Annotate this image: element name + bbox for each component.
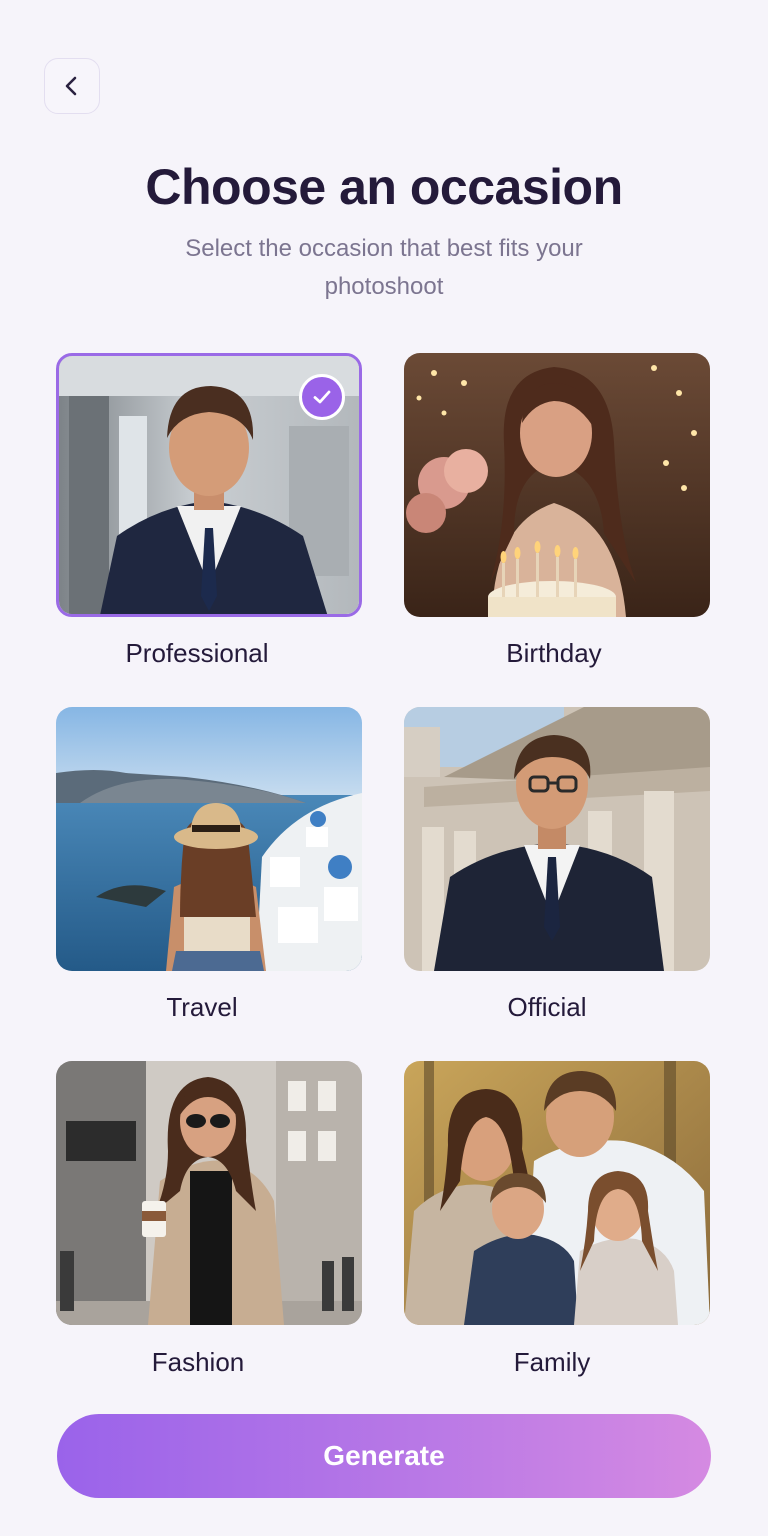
back-button[interactable] bbox=[44, 58, 100, 114]
fashion-photo bbox=[56, 1061, 362, 1325]
occasion-label-fashion: Fashion bbox=[151, 1347, 245, 1377]
occasion-card-travel[interactable] bbox=[56, 707, 362, 971]
occasion-card-family[interactable] bbox=[404, 1061, 710, 1325]
occasion-label-birthday: Birthday bbox=[506, 638, 602, 668]
chevron-left-icon bbox=[65, 76, 77, 96]
selected-check-badge bbox=[299, 374, 345, 420]
occasion-card-official[interactable] bbox=[404, 707, 710, 971]
occasion-label-family: Family bbox=[513, 1347, 591, 1377]
occasion-label-travel: Travel bbox=[166, 992, 238, 1022]
check-icon bbox=[313, 390, 331, 404]
page-title: Choose an occasion bbox=[145, 159, 623, 215]
birthday-photo bbox=[404, 353, 710, 617]
occasion-card-birthday[interactable] bbox=[404, 353, 710, 617]
occasion-card-fashion[interactable] bbox=[56, 1061, 362, 1325]
family-photo bbox=[404, 1061, 710, 1325]
occasion-label-professional: Professional bbox=[125, 638, 269, 668]
occasion-label-official: Official bbox=[507, 992, 587, 1022]
occasion-screen: Choose an occasion Select the occasion t… bbox=[0, 0, 768, 1536]
generate-button[interactable]: Generate bbox=[57, 1414, 711, 1498]
occasion-card-professional[interactable] bbox=[56, 353, 362, 617]
page-subtitle: Select the occasion that best fits your … bbox=[185, 235, 583, 300]
travel-photo bbox=[56, 707, 362, 971]
official-photo bbox=[404, 707, 710, 971]
